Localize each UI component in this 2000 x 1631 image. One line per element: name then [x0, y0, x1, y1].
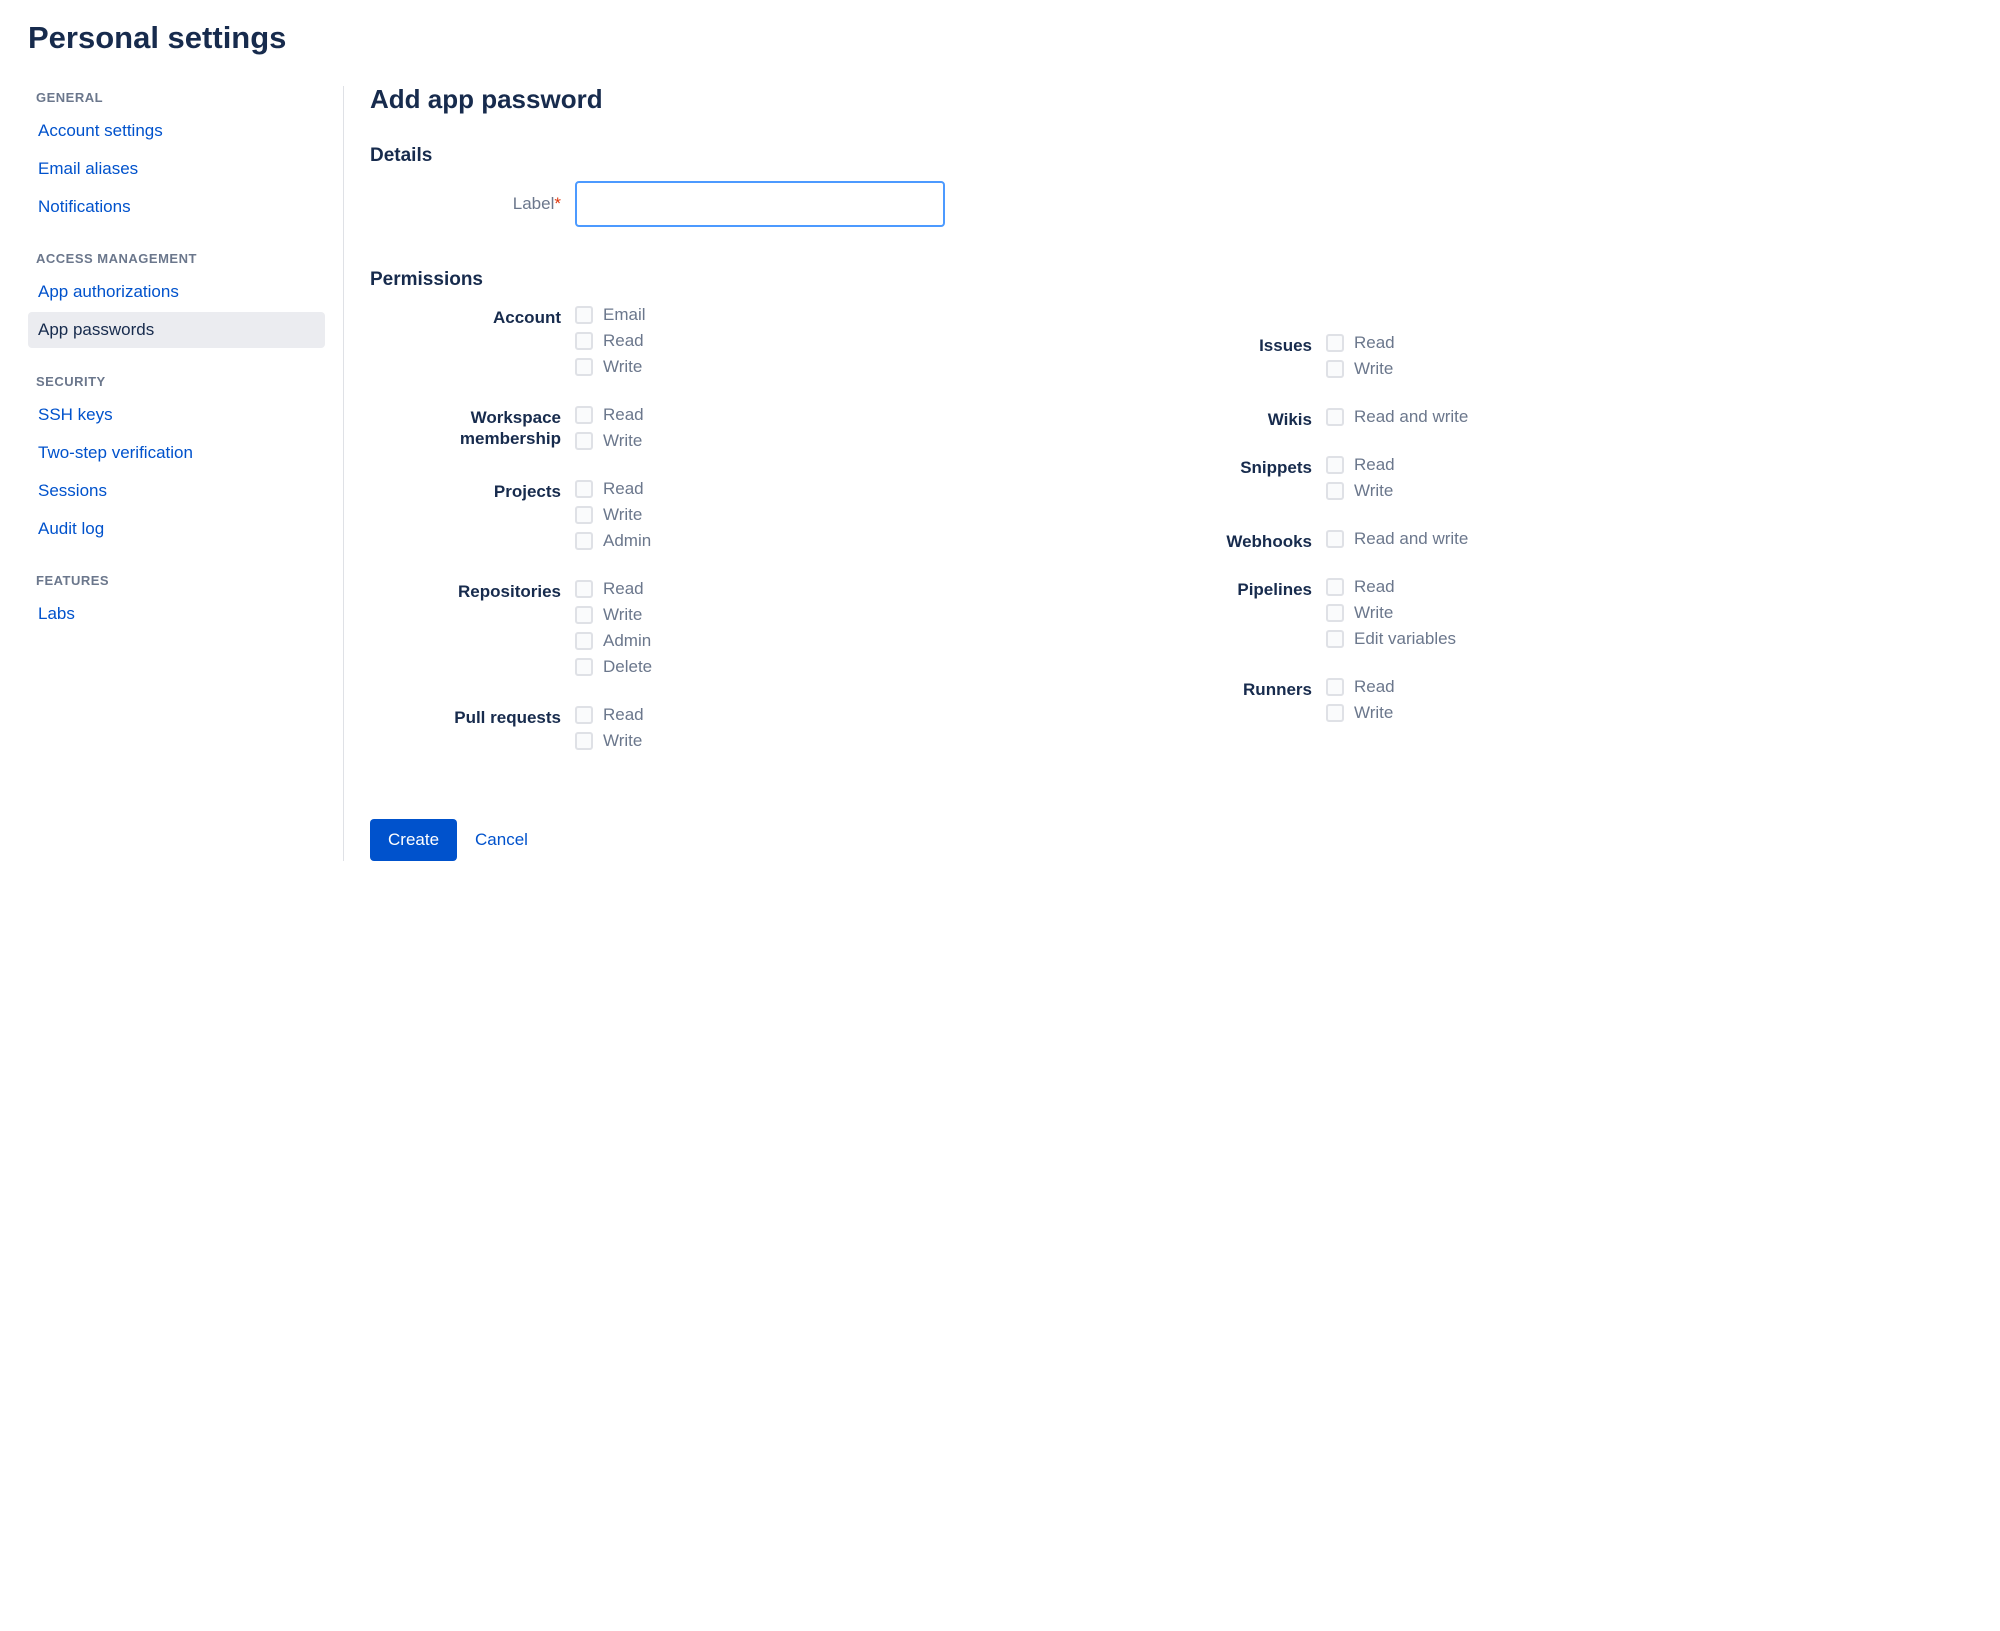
- perm-group-repositories-label: Repositories: [370, 579, 575, 683]
- checkbox-label: Write: [603, 731, 642, 751]
- perm-group-workspace-label: Workspace membership: [370, 405, 575, 457]
- main-content: Add app password Details Label* Permissi…: [344, 80, 1972, 861]
- checkbox-runners-read[interactable]: [1326, 678, 1344, 696]
- page-title: Personal settings: [28, 20, 1972, 56]
- checkbox-account-read[interactable]: [575, 332, 593, 350]
- checkbox-label: Write: [603, 357, 642, 377]
- sidebar-item-notifications[interactable]: Notifications: [28, 189, 325, 225]
- checkbox-label: Read: [603, 579, 644, 599]
- sidebar-item-app-authorizations[interactable]: App authorizations: [28, 274, 325, 310]
- checkbox-label: Admin: [603, 631, 651, 651]
- checkbox-label: Write: [1354, 359, 1393, 379]
- checkbox-issues-read[interactable]: [1326, 334, 1344, 352]
- checkbox-account-write[interactable]: [575, 358, 593, 376]
- checkbox-projects-admin[interactable]: [575, 532, 593, 550]
- checkbox-snippets-write[interactable]: [1326, 482, 1344, 500]
- perm-group-webhooks-label: Webhooks: [1191, 529, 1326, 555]
- perm-group-pullrequests-label: Pull requests: [370, 705, 575, 757]
- checkbox-repos-delete[interactable]: [575, 658, 593, 676]
- checkbox-label: Read: [1354, 577, 1395, 597]
- perm-group-runners-label: Runners: [1191, 677, 1326, 729]
- cancel-button[interactable]: Cancel: [475, 830, 528, 850]
- label-field-text: Label: [513, 194, 555, 213]
- sidebar-item-ssh-keys[interactable]: SSH keys: [28, 397, 325, 433]
- sidebar-item-two-step[interactable]: Two-step verification: [28, 435, 325, 471]
- checkbox-wikis-rw[interactable]: [1326, 408, 1344, 426]
- perm-group-issues-label: Issues: [1191, 333, 1326, 385]
- label-input[interactable]: [575, 181, 945, 227]
- checkbox-snippets-read[interactable]: [1326, 456, 1344, 474]
- checkbox-projects-read[interactable]: [575, 480, 593, 498]
- checkbox-label: Read: [603, 405, 644, 425]
- checkbox-pr-read[interactable]: [575, 706, 593, 724]
- checkbox-label: Read: [1354, 455, 1395, 475]
- checkbox-label: Read: [1354, 333, 1395, 353]
- perm-group-pipelines-label: Pipelines: [1191, 577, 1326, 655]
- sidebar-item-app-passwords[interactable]: App passwords: [28, 312, 325, 348]
- checkbox-label: Email: [603, 305, 646, 325]
- checkbox-pipelines-edit-vars[interactable]: [1326, 630, 1344, 648]
- checkbox-label: Edit variables: [1354, 629, 1456, 649]
- checkbox-label: Read: [603, 479, 644, 499]
- sidebar-item-labs[interactable]: Labs: [28, 596, 325, 632]
- checkbox-label: Admin: [603, 531, 651, 551]
- perm-group-account-label: Account: [370, 305, 575, 383]
- checkbox-workspace-read[interactable]: [575, 406, 593, 424]
- checkbox-label: Delete: [603, 657, 652, 677]
- create-button[interactable]: Create: [370, 819, 457, 861]
- checkbox-label: Write: [603, 505, 642, 525]
- permissions-column-left: Account Email Read Write Workspace membe…: [370, 305, 1151, 779]
- checkbox-label: Read and write: [1354, 529, 1468, 549]
- checkbox-repos-admin[interactable]: [575, 632, 593, 650]
- checkbox-label: Read: [603, 705, 644, 725]
- checkbox-repos-write[interactable]: [575, 606, 593, 624]
- label-field-label: Label*: [370, 194, 575, 214]
- perm-group-wikis-label: Wikis: [1191, 407, 1326, 433]
- sidebar: GENERAL Account settings Email aliases N…: [28, 80, 343, 861]
- checkbox-issues-write[interactable]: [1326, 360, 1344, 378]
- sidebar-item-email-aliases[interactable]: Email aliases: [28, 151, 325, 187]
- checkbox-label: Read and write: [1354, 407, 1468, 427]
- details-heading: Details: [370, 145, 1972, 167]
- sidebar-group-general-label: GENERAL: [36, 90, 325, 105]
- sidebar-item-audit-log[interactable]: Audit log: [28, 511, 325, 547]
- checkbox-account-email[interactable]: [575, 306, 593, 324]
- required-asterisk: *: [554, 194, 561, 213]
- permissions-column-right: Issues Read Write Wikis Read and write S…: [1191, 305, 1972, 779]
- main-title: Add app password: [370, 84, 1972, 115]
- checkbox-projects-write[interactable]: [575, 506, 593, 524]
- sidebar-group-features-label: FEATURES: [36, 573, 325, 588]
- sidebar-group-access-label: ACCESS MANAGEMENT: [36, 251, 325, 266]
- checkbox-label: Write: [1354, 703, 1393, 723]
- perm-group-projects-label: Projects: [370, 479, 575, 557]
- checkbox-label: Write: [603, 605, 642, 625]
- checkbox-label: Read: [603, 331, 644, 351]
- checkbox-label: Write: [1354, 481, 1393, 501]
- checkbox-workspace-write[interactable]: [575, 432, 593, 450]
- checkbox-repos-read[interactable]: [575, 580, 593, 598]
- sidebar-item-sessions[interactable]: Sessions: [28, 473, 325, 509]
- perm-group-snippets-label: Snippets: [1191, 455, 1326, 507]
- checkbox-label: Write: [603, 431, 642, 451]
- checkbox-pr-write[interactable]: [575, 732, 593, 750]
- sidebar-item-account-settings[interactable]: Account settings: [28, 113, 325, 149]
- checkbox-pipelines-write[interactable]: [1326, 604, 1344, 622]
- checkbox-runners-write[interactable]: [1326, 704, 1344, 722]
- checkbox-label: Write: [1354, 603, 1393, 623]
- permissions-heading: Permissions: [370, 269, 1972, 291]
- sidebar-group-security-label: SECURITY: [36, 374, 325, 389]
- checkbox-webhooks-rw[interactable]: [1326, 530, 1344, 548]
- checkbox-label: Read: [1354, 677, 1395, 697]
- checkbox-pipelines-read[interactable]: [1326, 578, 1344, 596]
